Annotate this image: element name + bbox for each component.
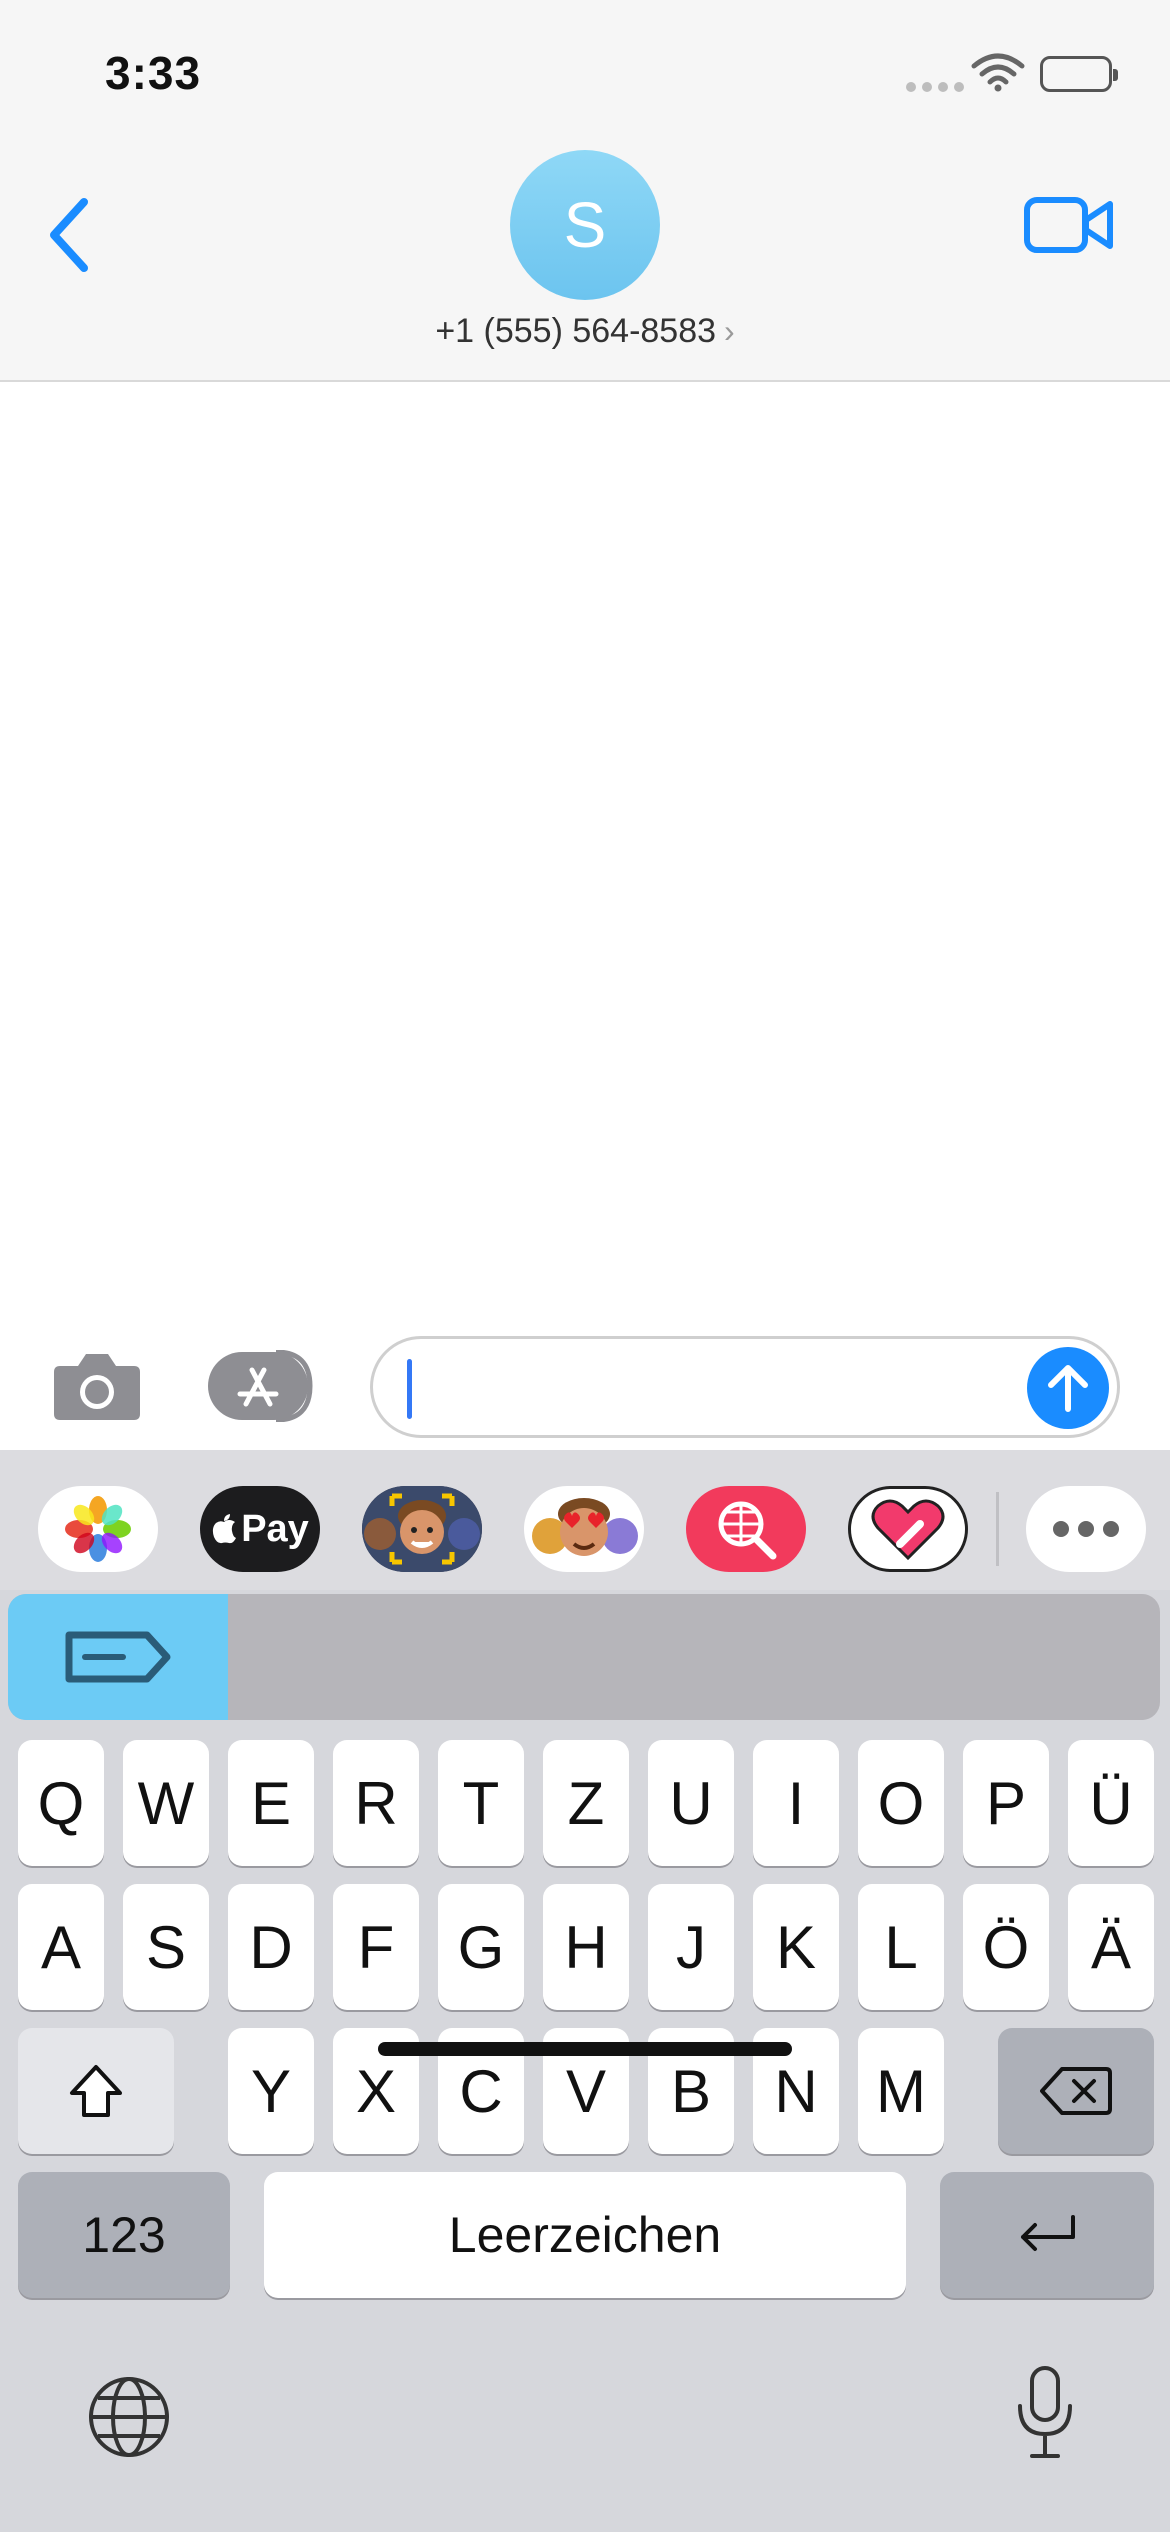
contact-name-button[interactable]: +1 (555) 564-8583 › <box>0 312 1170 351</box>
key-i[interactable]: I <box>753 1740 839 1866</box>
memoji-sticker-icon <box>532 1498 638 1556</box>
key-row-4: 123 Leerzeichen <box>0 2172 1170 2298</box>
text-caret <box>407 1359 412 1419</box>
delete-key[interactable] <box>998 2028 1154 2154</box>
space-key[interactable]: Leerzeichen <box>264 2172 906 2298</box>
status-time: 3:33 <box>105 47 202 99</box>
keyboard-panel: Pay Q W E R T Z U I O P Ü A S D F G H J … <box>0 1450 1170 2532</box>
contact-number: +1 (555) 564-8583 <box>435 312 717 350</box>
tag-icon <box>65 1631 171 1683</box>
key-w[interactable]: W <box>123 1740 209 1866</box>
key-l[interactable]: L <box>858 1884 944 2010</box>
key-e[interactable]: E <box>228 1740 314 1866</box>
key-ae[interactable]: Ä <box>1068 1884 1154 2010</box>
key-oe[interactable]: Ö <box>963 1884 1049 2010</box>
apple-logo-icon <box>213 1514 237 1544</box>
space-key-label: Leerzeichen <box>448 2207 722 2263</box>
backspace-icon <box>1040 2067 1112 2115</box>
image-search-button[interactable] <box>686 1486 806 1572</box>
wifi-icon <box>971 53 1025 92</box>
battery-icon <box>1040 56 1118 92</box>
home-indicator[interactable] <box>378 2042 792 2056</box>
back-chevron-icon[interactable] <box>40 190 100 280</box>
chevron-right-icon: › <box>724 313 735 349</box>
message-input[interactable] <box>370 1336 1120 1438</box>
suggestion-tag-button[interactable] <box>8 1594 228 1720</box>
globe-icon[interactable] <box>84 2372 174 2462</box>
globe-search-icon <box>718 1501 777 1560</box>
return-arrow-icon <box>1021 2215 1075 2251</box>
more-icon <box>1053 1521 1119 1537</box>
key-u[interactable]: U <box>648 1740 734 1866</box>
imessage-app-strip: Pay <box>0 1450 1170 1590</box>
avatar-initial: S <box>563 189 607 261</box>
app-store-icon[interactable] <box>206 1350 320 1422</box>
photos-app-button[interactable] <box>38 1486 158 1572</box>
key-g[interactable]: G <box>438 1884 524 2010</box>
key-o[interactable]: O <box>858 1740 944 1866</box>
shift-key[interactable] <box>18 2028 174 2154</box>
memoji-icon <box>362 1486 482 1572</box>
key-m[interactable]: M <box>858 2028 944 2154</box>
numbers-key-label: 123 <box>82 2207 166 2263</box>
arrow-up-icon <box>1048 1365 1088 1412</box>
compose-bar <box>0 1314 1170 1450</box>
key-q[interactable]: Q <box>18 1740 104 1866</box>
conversation-header: S +1 (555) 564-8583 › <box>0 140 1170 382</box>
microphone-icon[interactable] <box>1010 2362 1080 2462</box>
digital-touch-button[interactable] <box>848 1486 968 1572</box>
contact-avatar[interactable]: S <box>510 150 660 300</box>
return-key[interactable] <box>940 2172 1154 2298</box>
apple-pay-label: Pay <box>241 1507 309 1550</box>
keyboard-bottom-row <box>0 2342 1170 2532</box>
key-j[interactable]: J <box>648 1884 734 2010</box>
key-d[interactable]: D <box>228 1884 314 2010</box>
facetime-video-icon[interactable] <box>1024 190 1114 260</box>
key-f[interactable]: F <box>333 1884 419 2010</box>
key-h[interactable]: H <box>543 1884 629 2010</box>
shift-arrow-icon <box>70 2065 122 2117</box>
key-s[interactable]: S <box>123 1884 209 2010</box>
numbers-key[interactable]: 123 <box>18 2172 230 2298</box>
status-bar: 3:33 <box>0 0 1170 140</box>
key-y[interactable]: Y <box>228 2028 314 2154</box>
key-row-2: A S D F G H J K L Ö Ä <box>0 1884 1170 2010</box>
more-apps-button[interactable] <box>1026 1486 1146 1572</box>
photos-icon <box>65 1496 131 1562</box>
key-row-1: Q W E R T Z U I O P Ü <box>0 1740 1170 1866</box>
message-list <box>0 384 1170 1314</box>
memoji-camera-button[interactable] <box>362 1486 482 1572</box>
key-z[interactable]: Z <box>543 1740 629 1866</box>
cellular-signal-icon <box>906 82 964 92</box>
send-button[interactable] <box>1027 1347 1109 1429</box>
memoji-stickers-button[interactable] <box>524 1486 644 1572</box>
key-r[interactable]: R <box>333 1740 419 1866</box>
key-t[interactable]: T <box>438 1740 524 1866</box>
camera-icon[interactable] <box>52 1348 142 1422</box>
apple-pay-button[interactable]: Pay <box>200 1486 320 1572</box>
key-a[interactable]: A <box>18 1884 104 2010</box>
heart-icon <box>871 1499 945 1561</box>
suggestion-bar <box>8 1594 1160 1720</box>
key-k[interactable]: K <box>753 1884 839 2010</box>
app-strip-divider <box>996 1492 999 1566</box>
key-ue[interactable]: Ü <box>1068 1740 1154 1866</box>
key-p[interactable]: P <box>963 1740 1049 1866</box>
